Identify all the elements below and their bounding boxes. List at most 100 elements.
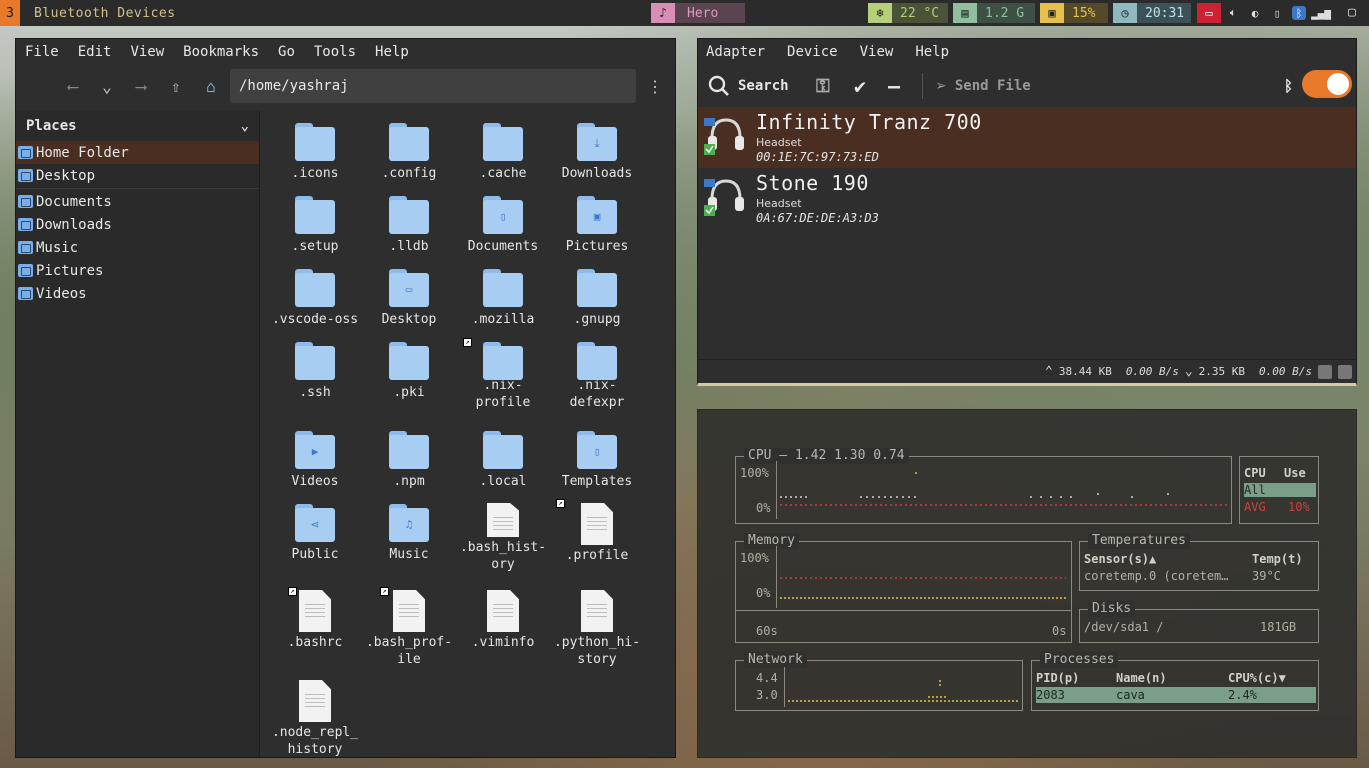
sidebar-item-videos[interactable]: Videos	[16, 282, 259, 305]
folder-item[interactable]: .vscode-oss	[268, 265, 362, 338]
sidebar-item-documents[interactable]: Documents	[16, 190, 259, 213]
send-file-button[interactable]: ➢ Send File	[936, 76, 1031, 97]
file-item[interactable]: ↗ .bash_prof-ile	[362, 587, 456, 677]
folder-item[interactable]: ▣ Pictures	[550, 192, 644, 265]
menu-adapter[interactable]: Adapter	[706, 44, 765, 60]
text-file-icon	[299, 590, 331, 632]
menu-go[interactable]: Go	[278, 44, 295, 60]
device-row[interactable]: Infinity Tranz 700 Headset 00:1E:7C:97:7…	[698, 107, 1356, 168]
menu-view[interactable]: View	[130, 44, 164, 60]
menu-help[interactable]: Help	[375, 44, 409, 60]
name-col-header[interactable]: Name(n)	[1116, 671, 1167, 685]
menu-file[interactable]: File	[25, 44, 59, 60]
file-label: .bash_prof-	[365, 635, 453, 650]
folder-item[interactable]: .pki	[362, 338, 456, 411]
pid-col-header[interactable]: PID(p)	[1036, 671, 1079, 685]
folder-item[interactable]: ▶ Videos	[268, 427, 362, 500]
file-label: .ssh	[299, 385, 331, 400]
cpu-col-header[interactable]: CPU%(c)▼	[1228, 671, 1286, 685]
folder-item[interactable]: .lldb	[362, 192, 456, 265]
folder-item[interactable]: .cache	[456, 119, 550, 192]
places-header[interactable]: Places ⌄	[16, 111, 259, 141]
chevron-down-icon[interactable]: ⌄	[241, 118, 249, 134]
file-item[interactable]: .bash_hist-ory	[456, 500, 550, 573]
folder-item[interactable]: .icons	[268, 119, 362, 192]
search-button[interactable]: Search	[708, 75, 789, 97]
bt-statusbar: ⌃ 38.44 KB 0.00 B/s ⌄ 2.35 KB 0.00 B/s	[698, 359, 1356, 383]
folder-item[interactable]: ♫ Music	[362, 500, 456, 573]
media-module[interactable]: ♪ Hero	[651, 3, 745, 23]
alert-module[interactable]: ▭	[1197, 3, 1221, 23]
menu-view[interactable]: View	[860, 44, 894, 60]
menu-help[interactable]: Help	[915, 44, 949, 60]
folder-item[interactable]: .setup	[268, 192, 362, 265]
volume-icon[interactable]: 🔈︎	[1226, 6, 1240, 20]
file-item[interactable]: ↗ .bashrc	[268, 587, 362, 677]
pair-key-icon[interactable]: ⚿	[816, 76, 830, 97]
file-item[interactable]: .node_repl_ history	[268, 677, 362, 757]
text-file-icon	[581, 503, 613, 545]
file-item[interactable]: .viminfo	[456, 587, 550, 677]
file-item[interactable]: .python_hi-story	[550, 587, 644, 677]
location-menu-icon[interactable]: ⋮	[640, 71, 670, 101]
folder-item[interactable]: ⤓ Downloads	[550, 119, 644, 192]
folder-item[interactable]: .config	[362, 119, 456, 192]
file-label: Desktop	[381, 312, 437, 327]
folder-item[interactable]: .mozilla	[456, 265, 550, 338]
file-item[interactable]: ↗ .profile	[550, 499, 644, 573]
remove-minus-icon[interactable]: —	[888, 74, 900, 98]
clock-module[interactable]: ◷ 20:31	[1113, 3, 1191, 23]
device-row[interactable]: Stone 190 Headset 0A:67:DE:DE:A3:D3	[698, 168, 1356, 229]
folder-item[interactable]: .ssh	[268, 338, 362, 411]
process-cpu: 2.4%	[1228, 688, 1257, 702]
signal-icon[interactable]: ▂▄▆	[1311, 6, 1331, 20]
memory-module[interactable]: ▤ 1.2 G	[953, 3, 1035, 23]
sensor-name: coretemp.0 (coretem…	[1084, 569, 1229, 583]
bluetooth-icon[interactable]: ᛒ	[1292, 6, 1306, 20]
folder-item[interactable]: ⋖ Public	[268, 500, 362, 573]
menu-bookmarks[interactable]: Bookmarks	[183, 44, 259, 60]
sidebar-item-home[interactable]: Home Folder	[16, 141, 259, 164]
menu-edit[interactable]: Edit	[78, 44, 112, 60]
forward-arrow-icon[interactable]: ⟶	[126, 71, 156, 101]
process-row[interactable]: 2083 cava 2.4%	[1036, 687, 1316, 703]
cpu-module[interactable]: ▣ 15%	[1040, 3, 1108, 23]
search-icon	[708, 75, 729, 96]
folder-item[interactable]: ▯ Documents	[456, 192, 550, 265]
temperature-module[interactable]: ❄ 22 °C	[868, 3, 948, 23]
path-bar[interactable]: /home/yashraj	[230, 69, 636, 103]
folder-item[interactable]: .local	[456, 427, 550, 500]
folder-item[interactable]: .nix-defexpr	[550, 338, 644, 411]
cpu-all-row[interactable]: All	[1244, 483, 1316, 497]
folder-item[interactable]: .gnupg	[550, 265, 644, 338]
sidebar-item-pictures[interactable]: Pictures	[16, 259, 259, 282]
folder-item[interactable]: .npm	[362, 427, 456, 500]
sidebar-item-music[interactable]: Music	[16, 236, 259, 259]
file-label: .profile	[565, 548, 629, 563]
symlink-icon: ↗	[288, 587, 297, 596]
upload-total: 38.44 KB	[1058, 365, 1112, 378]
up-arrow-icon[interactable]: ⇧	[161, 71, 191, 101]
sidebar-item-desktop[interactable]: Desktop	[16, 164, 259, 187]
file-label: defexpr	[569, 395, 625, 410]
folder-icon	[483, 269, 523, 309]
brightness-icon[interactable]: ◐	[1248, 6, 1262, 20]
menu-tools[interactable]: Tools	[314, 44, 356, 60]
folder-item[interactable]: ↗ .nix-profile	[456, 338, 550, 411]
home-folder-icon[interactable]: ⌂	[196, 71, 226, 101]
bluetooth-power-toggle[interactable]	[1302, 70, 1352, 98]
notification-icon[interactable]: ▢	[1348, 5, 1356, 20]
bluetooth-manager-window: Adapter Device View Help Search ⚿ ✔ — ➢ …	[697, 38, 1357, 386]
templates-folder-icon: ▯	[577, 431, 617, 471]
menu-device[interactable]: Device	[787, 44, 838, 60]
folder-item[interactable]: ▭ Desktop	[362, 265, 456, 338]
trust-check-icon[interactable]: ✔	[854, 74, 866, 98]
battery-icon[interactable]: ▯	[1270, 6, 1284, 20]
file-label: .cache	[479, 166, 527, 181]
back-arrow-icon[interactable]: ⟵	[58, 71, 88, 101]
sidebar-item-downloads[interactable]: Downloads	[16, 213, 259, 236]
memory-graph	[780, 577, 1066, 599]
folder-item[interactable]: ▯ Templates	[550, 427, 644, 500]
workspace-indicator[interactable]: 3	[0, 0, 20, 26]
history-dropdown-icon[interactable]: ⌄	[92, 71, 122, 101]
